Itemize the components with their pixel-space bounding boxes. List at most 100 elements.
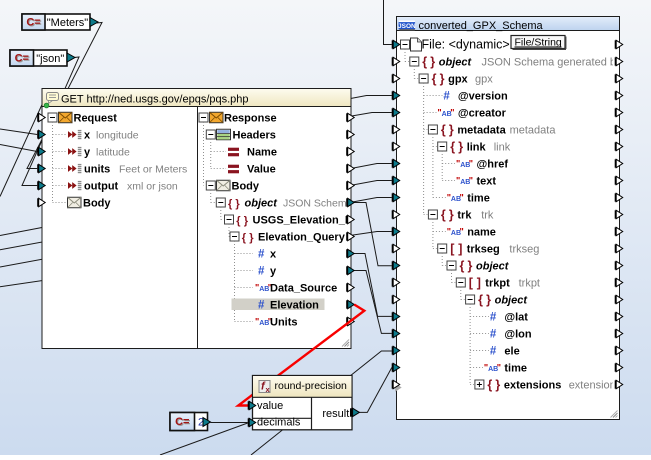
svg-text:": " xyxy=(469,159,473,169)
svg-text:longitude: longitude xyxy=(96,130,139,142)
svg-text:#: # xyxy=(490,329,497,341)
svg-text:xml or json: xml or json xyxy=(127,181,178,193)
svg-text:link: link xyxy=(494,142,511,154)
svg-text:#: # xyxy=(258,300,265,312)
svg-text:converted_GPX_Schema: converted_GPX_Schema xyxy=(419,20,544,32)
svg-text:"json": "json" xyxy=(36,53,64,65)
svg-text:#: # xyxy=(490,312,497,324)
svg-text:object: object xyxy=(439,57,473,69)
svg-text:y: y xyxy=(84,147,91,159)
svg-text:{: { xyxy=(422,55,427,69)
svg-text:@version: @version xyxy=(458,91,508,103)
svg-text:": " xyxy=(469,176,473,186)
svg-text:trkpt: trkpt xyxy=(485,278,510,290)
svg-text:@creator: @creator xyxy=(458,108,507,120)
svg-text:#: # xyxy=(258,266,265,278)
svg-text:object: object xyxy=(495,295,529,307)
svg-text:object: object xyxy=(476,261,510,273)
svg-text:Name: Name xyxy=(247,147,277,159)
svg-text:metadata: metadata xyxy=(510,125,557,137)
svg-text:GET http://ned.usgs.gov/epqs/p: GET http://ned.usgs.gov/epqs/pqs.php xyxy=(61,93,249,105)
svg-text:#: # xyxy=(490,346,497,358)
svg-text:JSON: JSON xyxy=(398,23,416,30)
svg-text:latitude: latitude xyxy=(96,147,130,159)
svg-text:link: link xyxy=(467,142,487,154)
svg-text:trkpt: trkpt xyxy=(519,278,540,290)
svg-text:value: value xyxy=(257,400,283,412)
svg-text:USGS_Elevation_P: USGS_Elevation_P xyxy=(253,215,353,227)
svg-text:y: y xyxy=(270,266,277,278)
svg-text:Feet or Meters: Feet or Meters xyxy=(119,164,187,176)
svg-text:}: } xyxy=(495,378,500,392)
svg-text:output: output xyxy=(84,181,119,193)
svg-text:name: name xyxy=(467,227,496,239)
svg-text:result: result xyxy=(322,408,349,420)
svg-text:{: { xyxy=(441,123,446,137)
svg-text:{: { xyxy=(487,378,492,392)
svg-text:trk: trk xyxy=(481,210,494,222)
svg-text:metadata: metadata xyxy=(457,125,506,137)
svg-text:}: } xyxy=(440,72,445,86)
svg-text:}: } xyxy=(449,208,454,222)
svg-text:File: <dynamic>: File: <dynamic> xyxy=(422,38,510,52)
svg-text:@href: @href xyxy=(477,159,509,171)
svg-text:round-precision: round-precision xyxy=(275,380,348,392)
svg-text:{: { xyxy=(450,140,455,154)
svg-text:}: } xyxy=(430,55,435,69)
svg-text:trkseg: trkseg xyxy=(467,244,500,256)
svg-text:"Meters": "Meters" xyxy=(47,17,89,29)
svg-text:ele: ele xyxy=(504,346,519,358)
svg-text:@lat: @lat xyxy=(504,312,528,324)
svg-text:": " xyxy=(460,193,464,203)
svg-text:x: x xyxy=(84,130,91,142)
svg-text:{: { xyxy=(478,293,483,307)
svg-text:decimals: decimals xyxy=(257,416,301,428)
svg-text:x: x xyxy=(270,249,277,261)
svg-text:C=: C= xyxy=(15,53,29,65)
svg-text:gpx: gpx xyxy=(448,74,468,86)
svg-text:extensions: extensions xyxy=(504,380,561,392)
svg-text:@lon: @lon xyxy=(504,329,532,341)
svg-text:C=: C= xyxy=(26,17,40,29)
svg-text:Body: Body xyxy=(83,198,111,210)
svg-text:": " xyxy=(497,363,501,373)
svg-text:Headers: Headers xyxy=(233,130,276,142)
svg-text:C=: C= xyxy=(175,416,189,428)
svg-text:}: } xyxy=(235,198,240,210)
svg-text:}: } xyxy=(244,215,249,227)
svg-text:Request: Request xyxy=(74,113,118,125)
svg-text:Data_Source: Data_Source xyxy=(270,283,337,295)
svg-text:": " xyxy=(460,227,464,237)
svg-text:Value: Value xyxy=(247,164,276,176)
svg-text:time: time xyxy=(504,363,527,375)
svg-text:gpx: gpx xyxy=(475,74,493,86)
svg-text:{: { xyxy=(228,198,233,210)
svg-text:}: } xyxy=(249,232,254,244)
svg-text:Body: Body xyxy=(232,181,260,193)
svg-text:JSON Schema generated by .: JSON Schema generated by . xyxy=(482,57,628,69)
svg-text:]: ] xyxy=(477,276,481,290)
svg-text:": " xyxy=(450,108,454,118)
svg-text:]: ] xyxy=(458,242,462,256)
svg-text:#: # xyxy=(258,249,265,261)
svg-text:Units: Units xyxy=(270,317,298,329)
svg-text:text: text xyxy=(477,176,497,188)
svg-text:}: } xyxy=(486,293,491,307)
svg-text:{: { xyxy=(242,232,247,244)
svg-text:trk: trk xyxy=(457,210,472,222)
svg-text:}: } xyxy=(458,140,463,154)
svg-text:{: { xyxy=(432,72,437,86)
svg-text:}: } xyxy=(468,259,473,273)
svg-text:units: units xyxy=(84,164,110,176)
svg-text:Elevation_Query: Elevation_Query xyxy=(258,232,346,244)
svg-text:Elevation: Elevation xyxy=(270,300,319,312)
svg-text:{: { xyxy=(236,215,241,227)
svg-text:object: object xyxy=(245,198,279,210)
svg-text:time: time xyxy=(467,193,490,205)
svg-text:trkseg: trkseg xyxy=(509,244,539,256)
svg-text:{: { xyxy=(460,259,465,273)
svg-text:{: { xyxy=(441,208,446,222)
svg-text:#: # xyxy=(443,91,450,103)
svg-text:}: } xyxy=(449,123,454,137)
svg-text:Response: Response xyxy=(224,113,277,125)
